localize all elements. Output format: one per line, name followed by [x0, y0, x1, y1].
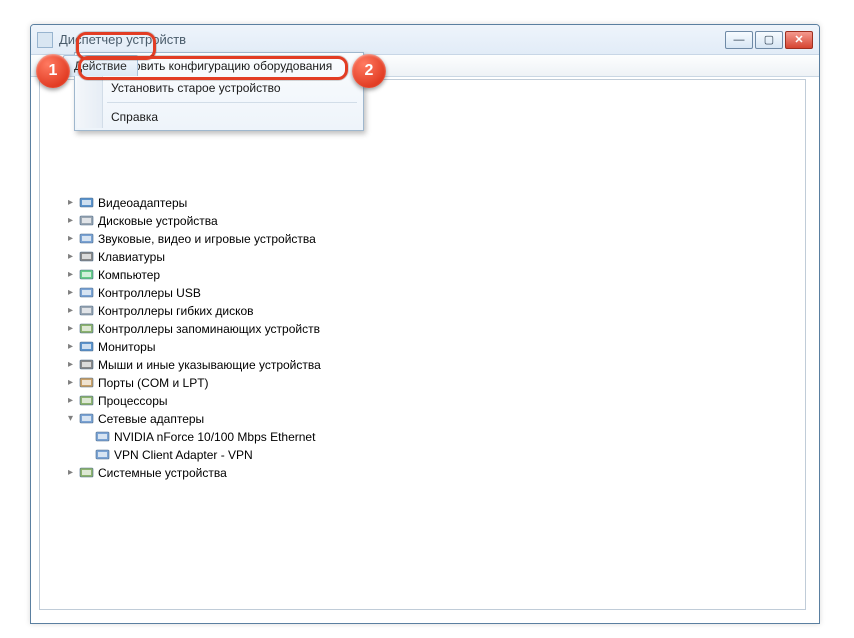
tree-label: Звуковые, видео и игровые устройства: [98, 230, 316, 248]
computer-icon: [79, 268, 95, 282]
storage-icon: [79, 322, 95, 336]
minimize-button[interactable]: —: [725, 31, 753, 49]
tree-label: Сетевые адаптеры: [98, 410, 204, 428]
window-title: Диспетчер устройств: [59, 32, 725, 47]
tree-category[interactable]: ▸ Процессоры: [48, 392, 805, 410]
tree-category[interactable]: ▸ Мыши и иные указывающие устройства: [48, 356, 805, 374]
tree-category[interactable]: ▸ Контроллеры гибких дисков: [48, 302, 805, 320]
mouse-icon: [79, 358, 95, 372]
tree-label: Контроллеры запоминающих устройств: [98, 320, 320, 338]
tree-label: Мыши и иные указывающие устройства: [98, 356, 321, 374]
port-icon: [79, 376, 95, 390]
expand-toggle-icon[interactable]: ▸: [64, 284, 77, 302]
expand-toggle-icon[interactable]: ▸: [64, 302, 77, 320]
tree-device[interactable]: NVIDIA nForce 10/100 Mbps Ethernet: [48, 428, 805, 446]
tree-category[interactable]: ▸ Порты (COM и LPT): [48, 374, 805, 392]
expand-toggle-icon[interactable]: ▸: [64, 392, 77, 410]
floppy-icon: [79, 304, 95, 318]
network-card-icon: [95, 448, 111, 462]
tree-label: Системные устройства: [98, 464, 227, 482]
tree-category[interactable]: ▸ Дисковые устройства: [48, 212, 805, 230]
window-controls: — ▢ ✕: [725, 31, 813, 49]
client-area: x x x x x x ▸ Видеоадаптеры ▸ Дисковые у…: [39, 79, 806, 610]
tree-label: VPN Client Adapter - VPN: [114, 446, 253, 464]
expand-toggle-icon[interactable]: ▸: [64, 212, 77, 230]
tree-device[interactable]: VPN Client Adapter - VPN: [48, 446, 805, 464]
annotation-callout-2: 2: [352, 54, 386, 88]
tree-label: Дисковые устройства: [98, 212, 218, 230]
dropdown-separator: [107, 102, 357, 103]
tree-label: Процессоры: [98, 392, 168, 410]
tree-label: Контроллеры USB: [98, 284, 201, 302]
tree-category[interactable]: ▸ Звуковые, видео и игровые устройства: [48, 230, 805, 248]
menu-action[interactable]: Действие: [63, 55, 138, 76]
tree-label: Порты (COM и LPT): [98, 374, 209, 392]
menu-add-legacy[interactable]: Установить старое устройство: [77, 77, 361, 99]
titlebar: Диспетчер устройств — ▢ ✕: [31, 25, 819, 55]
tree-category[interactable]: ▸ Контроллеры USB: [48, 284, 805, 302]
close-button[interactable]: ✕: [785, 31, 813, 49]
expand-toggle-icon[interactable]: ▸: [64, 194, 77, 212]
expand-toggle-icon[interactable]: ▸: [64, 356, 77, 374]
tree-category[interactable]: ▾ Сетевые адаптеры: [48, 410, 805, 428]
expand-toggle-icon[interactable]: ▸: [64, 338, 77, 356]
menu-help-item[interactable]: Справка: [77, 106, 361, 128]
app-icon: [37, 32, 53, 48]
annotation-callout-1: 1: [36, 54, 70, 88]
tree-category[interactable]: ▸ Контроллеры запоминающих устройств: [48, 320, 805, 338]
tree-label: Компьютер: [98, 266, 160, 284]
keyboard-icon: [79, 250, 95, 264]
system-icon: [79, 466, 95, 480]
tree-label: Видеоадаптеры: [98, 194, 187, 212]
display-icon: [79, 196, 95, 210]
network-card-icon: [95, 430, 111, 444]
monitor-icon: [79, 340, 95, 354]
expand-toggle-icon[interactable]: ▸: [64, 230, 77, 248]
expand-toggle-icon[interactable]: ▸: [64, 374, 77, 392]
expand-toggle-icon[interactable]: ▸: [64, 248, 77, 266]
net-icon: [79, 412, 95, 426]
tree-category[interactable]: ▸ Клавиатуры: [48, 248, 805, 266]
expand-toggle-icon[interactable]: ▾: [64, 410, 77, 428]
tree-label: Клавиатуры: [98, 248, 165, 266]
tree-label: Контроллеры гибких дисков: [98, 302, 254, 320]
tree-label: NVIDIA nForce 10/100 Mbps Ethernet: [114, 428, 315, 446]
tree-category[interactable]: ▸ Мониторы: [48, 338, 805, 356]
expand-toggle-icon[interactable]: ▸: [64, 320, 77, 338]
tree-category[interactable]: ▸ Компьютер: [48, 266, 805, 284]
usb-icon: [79, 286, 95, 300]
sound-icon: [79, 232, 95, 246]
tree-category[interactable]: ▸ Видеоадаптеры: [48, 194, 805, 212]
tree-label: Мониторы: [98, 338, 155, 356]
tree-category[interactable]: ▸ Системные устройства: [48, 464, 805, 482]
device-tree[interactable]: x x x x x x ▸ Видеоадаптеры ▸ Дисковые у…: [40, 80, 805, 488]
maximize-button[interactable]: ▢: [755, 31, 783, 49]
disk-icon: [79, 214, 95, 228]
cpu-icon: [79, 394, 95, 408]
expand-toggle-icon[interactable]: ▸: [64, 266, 77, 284]
expand-toggle-icon[interactable]: ▸: [64, 464, 77, 482]
